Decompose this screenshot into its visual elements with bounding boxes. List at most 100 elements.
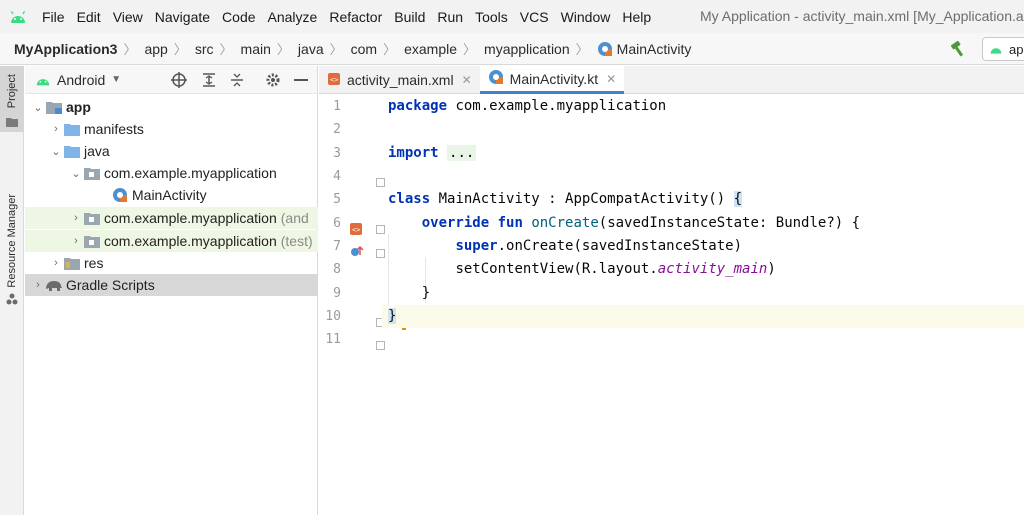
chevron-down-icon[interactable]: ▼ (111, 74, 121, 85)
tree-item-gradle-scripts[interactable]: › Gradle Scripts (25, 274, 318, 296)
line-number: 5 (333, 192, 341, 207)
tree-item-package-androidtest[interactable]: › com.example.myapplication (and (25, 207, 318, 229)
menu-vcs[interactable]: VCS (514, 9, 555, 25)
code-token: } (388, 285, 431, 301)
code-token: activity_main (657, 261, 768, 277)
kotlin-class-icon (597, 41, 612, 56)
menu-help[interactable]: Help (616, 9, 657, 25)
breadcrumb-src[interactable]: src (187, 41, 214, 57)
left-tool-stripe: Project Resource Manager (0, 66, 24, 515)
menu-code[interactable]: Code (216, 9, 261, 25)
code-editor: <> activity_main.xml ✕ MainActivity.kt ✕… (319, 66, 1024, 515)
run-configuration-dropdown[interactable]: ap (982, 37, 1024, 61)
chevron-right-icon[interactable]: › (49, 123, 63, 135)
code-token: MainActivity : AppCompatActivity() (430, 191, 734, 207)
code-line-10: } (382, 282, 1024, 305)
xml-layout-icon: <> (327, 72, 341, 89)
breadcrumb-java[interactable]: java (290, 41, 324, 57)
menu-bar: File Edit View Navigate Code Analyze Ref… (0, 0, 1024, 33)
project-view-selector[interactable]: Android (57, 72, 105, 88)
line-number: 11 (325, 332, 341, 347)
line-number: 7 (333, 239, 341, 254)
breadcrumb-com[interactable]: com (343, 41, 377, 57)
code-token: .onCreate(savedInstanceState) (497, 238, 743, 254)
svg-text:<>: <> (330, 76, 338, 84)
breadcrumb-separator-icon: 〉 (463, 42, 477, 57)
close-icon[interactable]: ✕ (606, 72, 616, 86)
tool-window-tab-project[interactable]: Project (0, 66, 24, 132)
gear-icon[interactable] (265, 72, 281, 88)
locate-target-icon[interactable] (171, 72, 187, 88)
expand-all-icon[interactable] (201, 72, 217, 88)
hide-panel-icon[interactable] (293, 72, 309, 88)
chevron-right-icon[interactable]: › (49, 257, 63, 269)
breadcrumb-example[interactable]: example (396, 41, 457, 57)
code-token: class (388, 191, 431, 207)
chevron-down-icon[interactable]: ⌄ (31, 101, 45, 114)
menu-analyze[interactable]: Analyze (262, 9, 324, 25)
tree-item-mainactivity[interactable]: MainActivity (25, 184, 318, 206)
package-icon (83, 233, 101, 249)
breadcrumb-main[interactable]: main (233, 41, 271, 57)
menu-view[interactable]: View (107, 9, 149, 25)
menu-window[interactable]: Window (555, 9, 617, 25)
line-number: 6 (333, 216, 341, 231)
menu-run[interactable]: Run (431, 9, 469, 25)
code-token: (R.layout. (573, 261, 658, 277)
chevron-right-icon[interactable]: › (31, 279, 45, 291)
run-configuration-label: ap (1009, 41, 1024, 57)
code-area[interactable]: package com.example.myapplication import… (382, 94, 1024, 515)
line-number: 4 (333, 169, 341, 184)
build-hammer-icon[interactable] (948, 39, 968, 59)
tab-activity-main-xml[interactable]: <> activity_main.xml ✕ (319, 66, 480, 94)
tab-label: activity_main.xml (347, 72, 454, 88)
tree-item-package[interactable]: ⌄ com.example.myapplication (25, 162, 318, 184)
breadcrumb-separator-icon: 〉 (123, 42, 137, 57)
menu-tools[interactable]: Tools (469, 9, 514, 25)
tree-item-label: com.example.myapplication (104, 233, 277, 249)
tool-window-label-resource-manager: Resource Manager (6, 193, 18, 288)
breadcrumb-app[interactable]: app (136, 41, 167, 57)
tool-window-tab-resource-manager[interactable]: Resource Manager (0, 156, 24, 346)
tree-item-res[interactable]: › res (25, 252, 318, 274)
menu-edit[interactable]: Edit (71, 9, 107, 25)
chevron-right-icon[interactable]: › (69, 212, 83, 224)
menu-navigate[interactable]: Navigate (149, 9, 216, 25)
tree-item-package-test[interactable]: › com.example.myapplication (test) (25, 230, 318, 252)
line-number: 10 (325, 309, 341, 324)
svg-text:<>: <> (352, 226, 360, 234)
tab-mainactivity-kt[interactable]: MainActivity.kt ✕ (479, 66, 625, 94)
breadcrumb-project[interactable]: MyApplication3 (0, 41, 117, 57)
breadcrumb-mainactivity[interactable]: MainActivity (589, 41, 691, 57)
collapse-all-icon[interactable] (229, 72, 245, 88)
menu-file[interactable]: File (36, 9, 71, 25)
chevron-down-icon[interactable]: ⌄ (49, 145, 63, 158)
resource-manager-icon (6, 293, 18, 308)
package-icon (83, 165, 101, 181)
tab-label: MainActivity.kt (509, 70, 599, 87)
code-line-9: setContentView(R.layout.activity_main) (382, 258, 1024, 281)
chevron-right-icon[interactable]: › (69, 235, 83, 247)
tree-item-suffix: (test) (280, 233, 313, 249)
folded-imports[interactable]: ... (447, 145, 477, 161)
menu-build[interactable]: Build (388, 9, 431, 25)
code-token: { (733, 191, 743, 207)
tree-item-label: MainActivity (132, 187, 207, 203)
code-line-11-current: } (382, 305, 1024, 328)
tree-item-app[interactable]: ⌄ app (25, 96, 318, 118)
chevron-down-icon[interactable]: ⌄ (69, 167, 83, 180)
tree-item-manifests[interactable]: › manifests (25, 118, 318, 140)
editor-gutter: 1 2 3 4 5 6 7 8 9 10 11 <> (319, 94, 409, 515)
layout-file-gutter-icon[interactable]: <> (349, 222, 363, 239)
tree-item-suffix: (and (280, 210, 309, 226)
close-icon[interactable]: ✕ (462, 73, 472, 87)
breadcrumb-myapplication[interactable]: myapplication (476, 41, 570, 57)
tree-item-java[interactable]: ⌄ java (25, 140, 318, 162)
menu-refactor[interactable]: Refactor (323, 9, 388, 25)
tree-item-label: Gradle Scripts (66, 277, 155, 293)
window-title: My Application - activity_main.xml [My_A… (700, 8, 1024, 24)
line-number: 1 (333, 99, 341, 114)
tree-item-label: com.example.myapplication (104, 165, 277, 181)
tree-item-label: java (84, 143, 110, 159)
override-method-icon[interactable] (350, 244, 364, 261)
